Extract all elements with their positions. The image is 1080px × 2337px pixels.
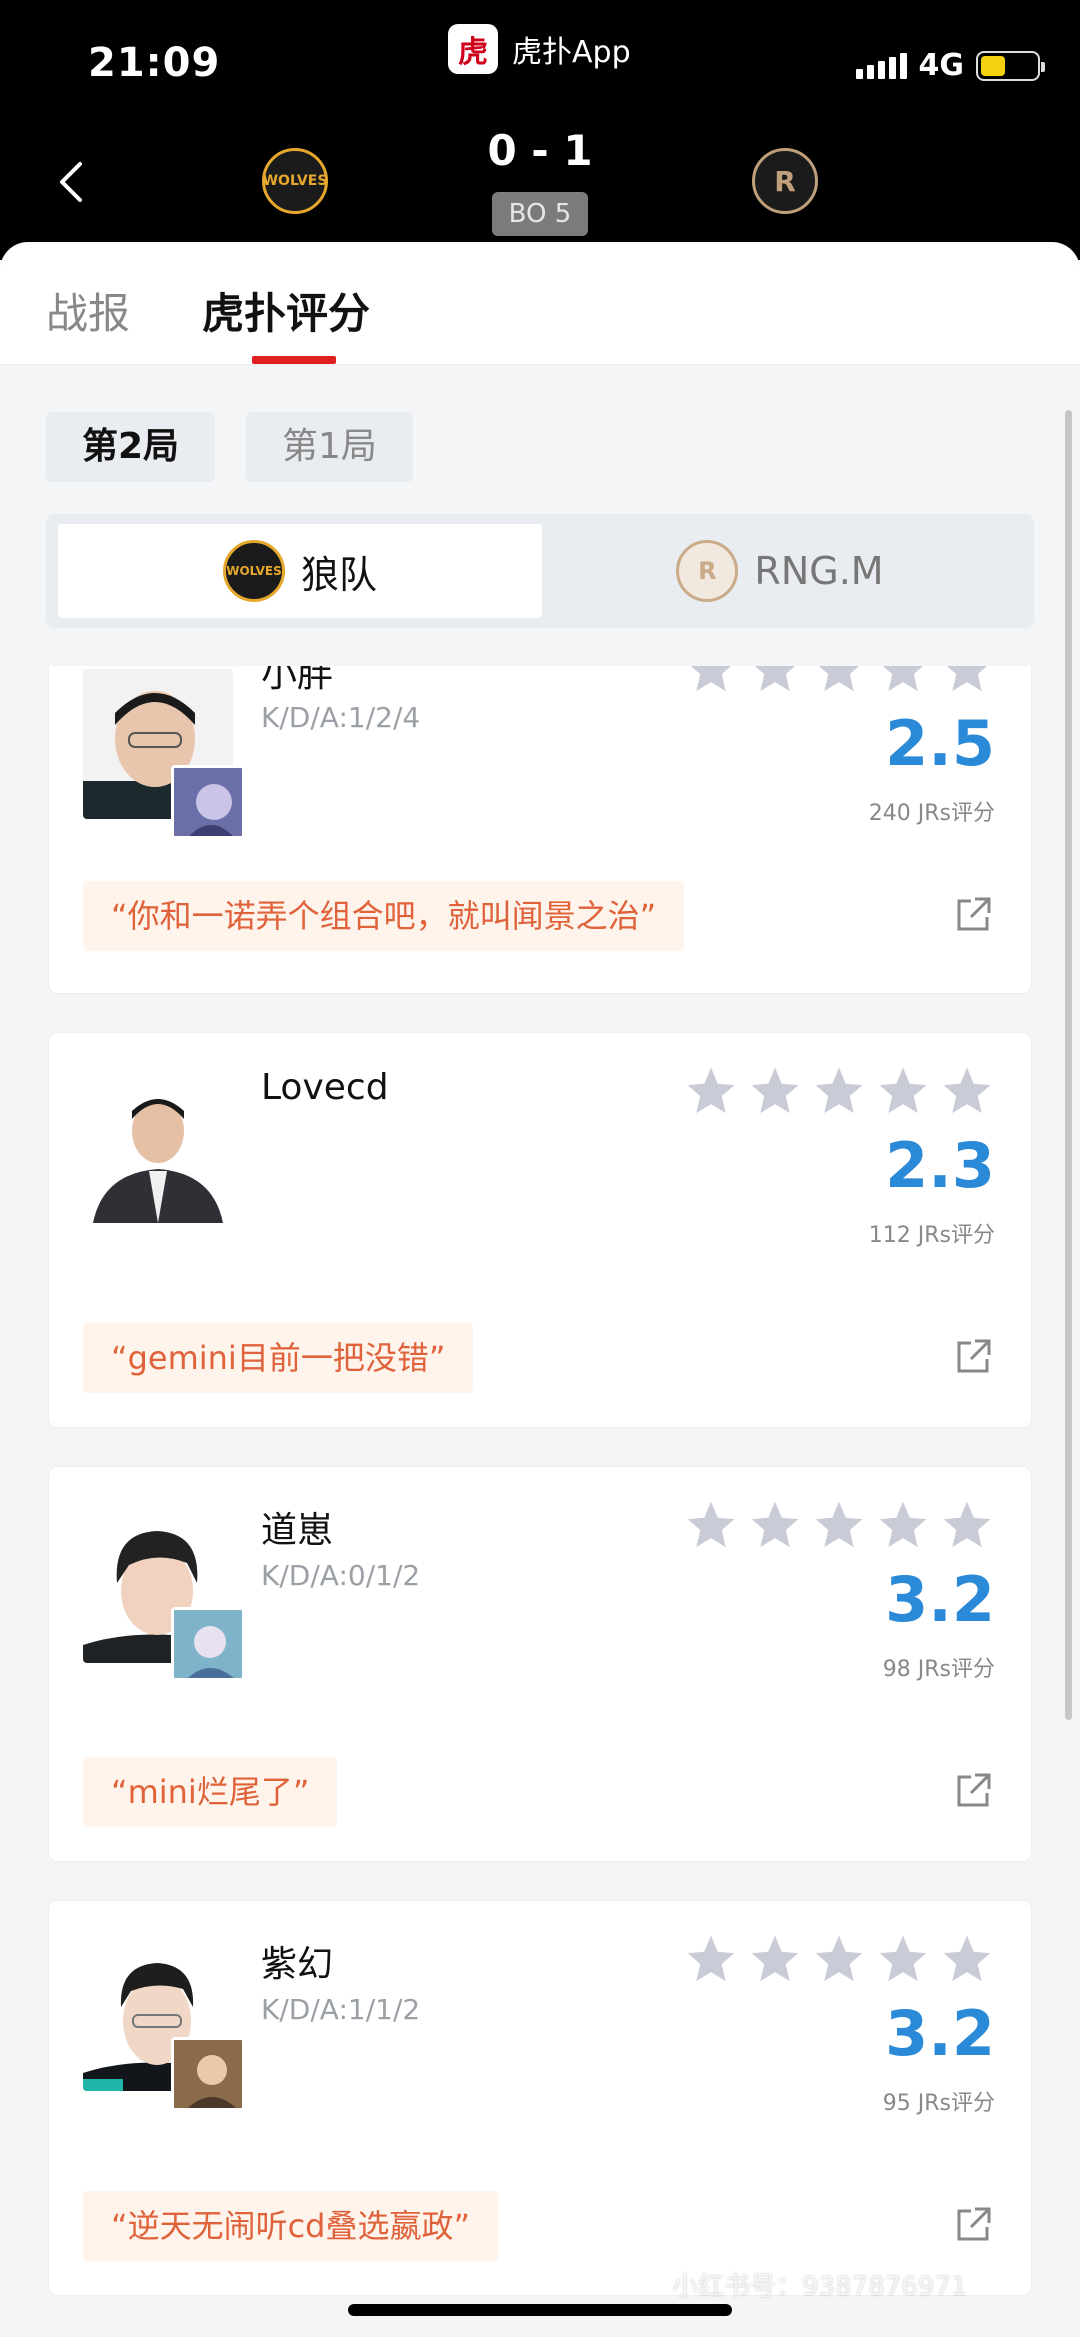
signal-icon	[855, 52, 907, 79]
share-icon[interactable]	[953, 1337, 993, 1377]
player-name: 小胖	[261, 666, 334, 695]
tab-hupu-rating[interactable]: 虎扑评分	[202, 280, 370, 341]
watermark: 小红书号：9387876971	[672, 2272, 968, 2302]
team-switcher: WOLVES 狼队 R RNG.M	[46, 514, 1034, 628]
rating-count: 98 JRs评分	[882, 1657, 995, 1682]
star-icon[interactable]	[683, 1497, 739, 1553]
star-icon[interactable]	[875, 1497, 931, 1553]
round-2-button[interactable]: 第2局	[46, 412, 216, 482]
player-kda: K/D/A:0/1/2	[261, 1559, 421, 1592]
average-rating: 3.2	[885, 1563, 995, 1636]
average-rating: 3.2	[885, 1997, 995, 2070]
player-name: Lovecd	[261, 1067, 389, 1108]
tab-report[interactable]: 战报	[46, 280, 130, 341]
team-name: RNG.M	[754, 549, 884, 593]
team-tab-wolves[interactable]: WOLVES 狼队	[58, 524, 542, 618]
app-indicator[interactable]: 虎 虎扑App	[448, 24, 631, 74]
rating-content: 第2局 第1局 WOLVES 狼队 R RNG.M 小胖 K/D/A:1/2/4…	[0, 366, 1080, 2337]
player-card[interactable]: Lovecd 2.3 112 JRs评分 “gemini目前一把没错”	[48, 1032, 1032, 1428]
content-sheet: 战报 虎扑评分 第2局 第1局 WOLVES 狼队 R RNG.M 小胖 K/D…	[0, 242, 1080, 2337]
star-rating-input[interactable]	[683, 666, 995, 697]
scrollbar[interactable]	[1065, 410, 1072, 1720]
player-card[interactable]: 紫幻 K/D/A:1/1/2 3.2 95 JRs评分 “逆天无闹听cd叠选嬴政…	[48, 1900, 1032, 2296]
team-b-logo[interactable]: R	[752, 148, 818, 214]
team-tab-rng[interactable]: R RNG.M	[538, 524, 1022, 618]
player-kda: K/D/A:1/2/4	[261, 701, 421, 734]
share-icon[interactable]	[953, 2205, 993, 2245]
star-icon[interactable]	[939, 666, 995, 697]
featured-comment[interactable]: “你和一诺弄个组合吧，就叫闻景之治”	[83, 881, 685, 951]
star-icon[interactable]	[811, 666, 867, 697]
rating-count: 112 JRs评分	[868, 1223, 995, 1248]
featured-comment[interactable]: “逆天无闹听cd叠选嬴政”	[83, 2191, 499, 2261]
rating-count: 240 JRs评分	[868, 801, 995, 826]
hero-portrait	[171, 765, 245, 839]
hupu-app-icon: 虎	[448, 24, 498, 74]
star-icon[interactable]	[683, 1063, 739, 1119]
average-rating: 2.5	[885, 707, 995, 780]
share-icon[interactable]	[953, 1771, 993, 1811]
star-icon[interactable]	[747, 1931, 803, 1987]
match-format-badge: BO 5	[492, 192, 588, 236]
star-icon[interactable]	[683, 666, 739, 697]
star-icon[interactable]	[875, 1063, 931, 1119]
star-rating-input[interactable]	[683, 1063, 995, 1119]
hero-portrait	[171, 2037, 245, 2111]
star-rating-input[interactable]	[683, 1497, 995, 1553]
star-icon[interactable]	[747, 1063, 803, 1119]
featured-comment[interactable]: “gemini目前一把没错”	[83, 1323, 474, 1393]
average-rating: 2.3	[885, 1129, 995, 1202]
star-icon[interactable]	[811, 1497, 867, 1553]
player-kda: K/D/A:1/1/2	[261, 1993, 421, 2026]
player-name: 紫幻	[261, 1944, 334, 1985]
tab-bar: 战报 虎扑评分	[0, 242, 1080, 366]
home-indicator[interactable]	[348, 2304, 732, 2316]
match-score: 0 - 1	[487, 126, 593, 175]
star-icon[interactable]	[875, 666, 931, 697]
player-card[interactable]: 小胖 K/D/A:1/2/4 2.5 240 JRs评分 “你和一诺弄个组合吧，…	[48, 666, 1032, 994]
star-icon[interactable]	[811, 1931, 867, 1987]
team-name: 狼队	[300, 552, 377, 597]
star-icon[interactable]	[683, 1931, 739, 1987]
active-tab-indicator	[252, 356, 336, 364]
star-icon[interactable]	[747, 666, 803, 697]
wolves-logo-icon: WOLVES	[222, 540, 285, 602]
player-card[interactable]: 道崽 K/D/A:0/1/2 3.2 98 JRs评分 “mini烂尾了”	[48, 1466, 1032, 1862]
featured-comment[interactable]: “mini烂尾了”	[83, 1757, 338, 1827]
status-time: 21:09	[88, 40, 221, 86]
match-header: 21:09 虎 虎扑App 4G WOLVES 0 - 1 BO 5 R	[0, 0, 1080, 260]
star-icon[interactable]	[875, 1931, 931, 1987]
hero-portrait	[171, 1607, 245, 1681]
star-icon[interactable]	[747, 1497, 803, 1553]
battery-icon	[976, 50, 1045, 81]
player-avatar	[83, 1073, 233, 1223]
star-rating-input[interactable]	[683, 1931, 995, 1987]
star-icon[interactable]	[939, 1063, 995, 1119]
star-icon[interactable]	[939, 1497, 995, 1553]
app-name: 虎扑App	[512, 35, 631, 70]
network-label: 4G	[918, 48, 965, 83]
status-indicators: 4G	[855, 48, 1045, 83]
star-icon[interactable]	[811, 1063, 867, 1119]
rating-count: 95 JRs评分	[882, 2091, 995, 2116]
player-name: 道崽	[261, 1510, 334, 1551]
share-icon[interactable]	[953, 895, 993, 935]
round-1-button[interactable]: 第1局	[246, 412, 413, 482]
rng-logo-icon: R	[676, 540, 739, 602]
player-card-list: 小胖 K/D/A:1/2/4 2.5 240 JRs评分 “你和一诺弄个组合吧，…	[0, 666, 1080, 2337]
star-icon[interactable]	[939, 1931, 995, 1987]
